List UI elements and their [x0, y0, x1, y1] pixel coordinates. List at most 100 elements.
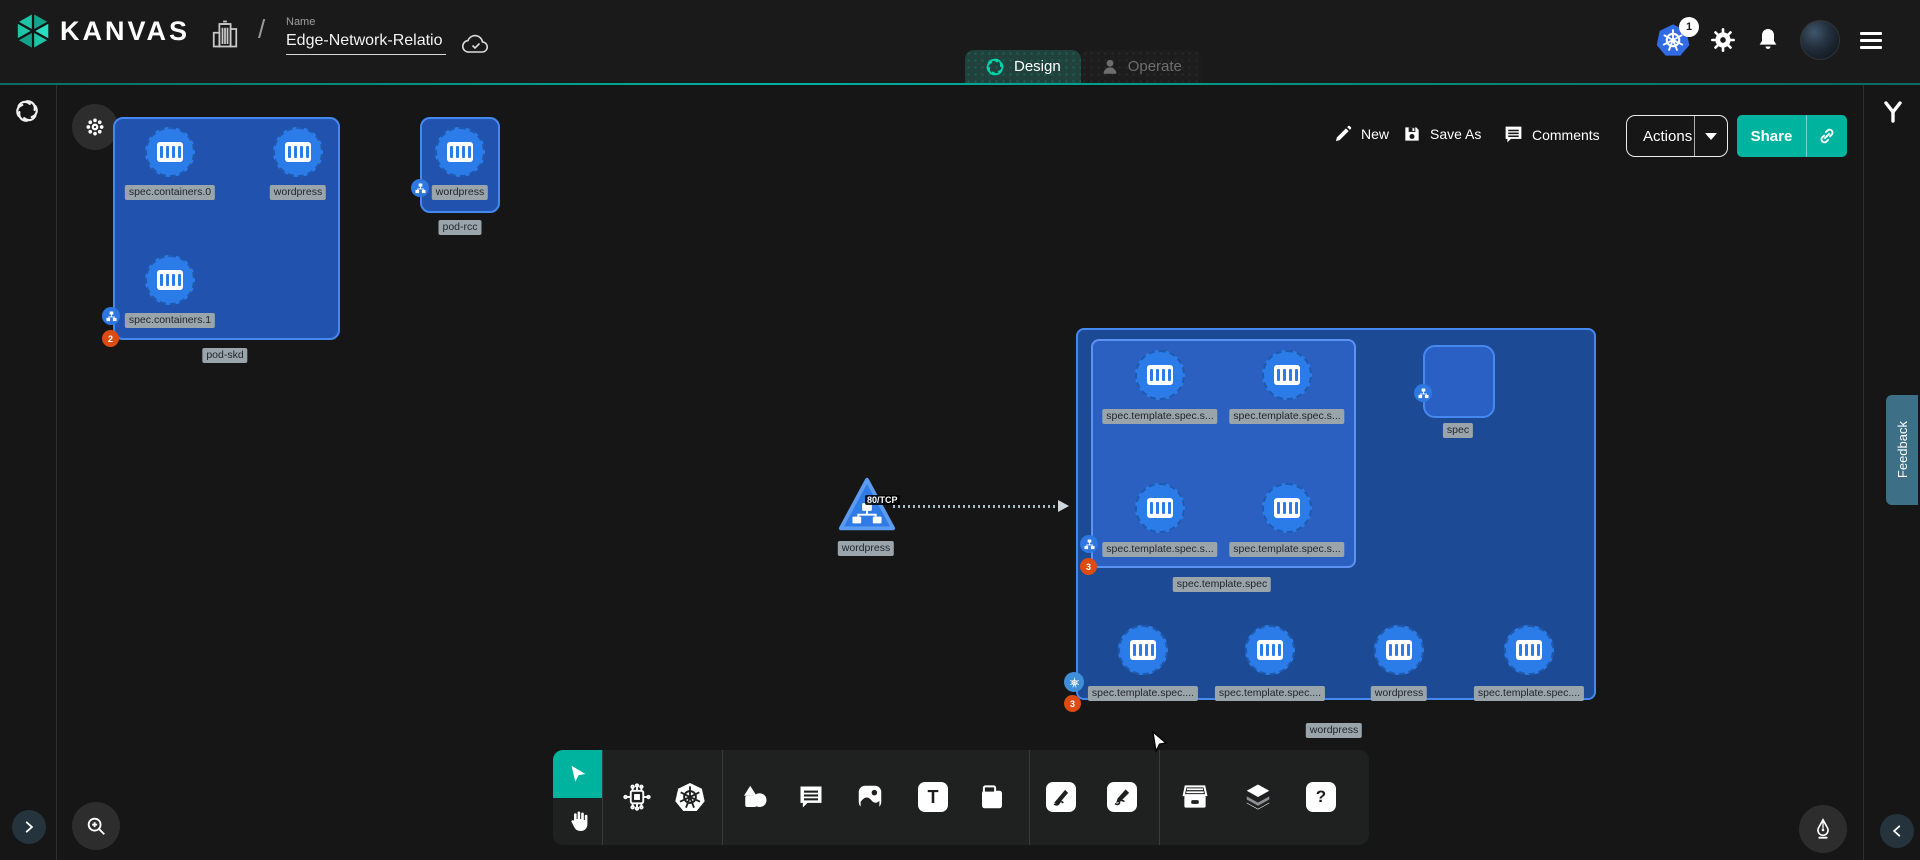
actions-caret-button[interactable]: [1695, 133, 1727, 140]
group-label: pod-rcc: [438, 220, 481, 235]
container-icon: [1274, 365, 1300, 385]
pen-nib-icon: [1812, 818, 1834, 840]
copy-link-button[interactable]: [1807, 126, 1847, 146]
error-count-badge[interactable]: 3: [1064, 695, 1081, 712]
container-node-deploy-1[interactable]: [1245, 625, 1295, 675]
kubernetes-badge[interactable]: [1064, 672, 1084, 692]
history-spiral-icon[interactable]: [14, 98, 40, 124]
header-bar: KANVAS / Name: [0, 0, 1920, 85]
mesh-component-tool[interactable]: [617, 777, 657, 817]
chevron-down-icon: [1705, 133, 1717, 140]
relationship-badge[interactable]: [102, 307, 120, 325]
node-label: spec.containers.0: [125, 185, 215, 200]
node-label: spec.template.spec.s...: [1102, 409, 1217, 424]
toolbar-divider: [1029, 750, 1030, 845]
container-icon: [1257, 640, 1283, 660]
pen-tool[interactable]: [1041, 777, 1081, 817]
relationship-badge[interactable]: [411, 179, 429, 197]
kanvas-hexagon-icon: [14, 12, 52, 50]
kubernetes-tool[interactable]: [670, 777, 710, 817]
drawer-tool[interactable]: [1175, 777, 1215, 817]
container-node-spec-containers-1[interactable]: [145, 255, 195, 305]
tab-operate-label: Operate: [1128, 58, 1182, 75]
share-label: Share: [1737, 128, 1806, 145]
node-label: spec.template.spec....: [1215, 686, 1325, 701]
actions-label: Actions: [1627, 128, 1694, 145]
save-as-button[interactable]: Save As: [1402, 124, 1481, 144]
toolbar-divider: [722, 750, 723, 845]
menu-hamburger-button[interactable]: [1860, 32, 1882, 49]
actions-button[interactable]: Actions: [1626, 115, 1728, 157]
container-icon: [1147, 365, 1173, 385]
note-tool[interactable]: [972, 777, 1012, 817]
help-tool[interactable]: ?: [1301, 777, 1341, 817]
cluster-config-button[interactable]: [72, 104, 118, 150]
feedback-tab[interactable]: Feedback: [1886, 395, 1918, 505]
node-label: wordpress: [432, 185, 488, 200]
spec-node[interactable]: [1423, 345, 1495, 418]
kanvas-app: KANVAS / Name: [0, 0, 1920, 860]
edge-port-label: 80/TCP: [865, 495, 900, 505]
text-tool[interactable]: T: [913, 777, 953, 817]
error-count-badge[interactable]: 2: [102, 330, 119, 347]
node-label: spec.template.spec....: [1088, 686, 1198, 701]
toolbar-divider: [1159, 750, 1160, 845]
zoom-button[interactable]: [72, 802, 120, 850]
comments-button[interactable]: Comments: [1503, 124, 1600, 145]
container-node-wordpress[interactable]: [273, 127, 323, 177]
container-node-deploy-3[interactable]: [1504, 625, 1554, 675]
service-node-wordpress[interactable]: [836, 474, 898, 536]
template-spec-group[interactable]: [1091, 339, 1356, 568]
container-node-wordpress-rcc[interactable]: [435, 127, 485, 177]
design-name-input[interactable]: [286, 30, 446, 55]
container-node-template-3[interactable]: [1262, 483, 1312, 533]
kubernetes-context-button[interactable]: 1: [1656, 22, 1690, 58]
group-label: pod-skd: [202, 348, 247, 363]
node-label: wordpress: [270, 185, 326, 200]
node-label: spec.template.spec.s...: [1229, 542, 1344, 557]
container-node-template-2[interactable]: [1135, 483, 1185, 533]
user-avatar[interactable]: [1800, 20, 1840, 60]
cloud-sync-icon: [462, 34, 490, 56]
error-count-badge[interactable]: 3: [1080, 558, 1097, 575]
expand-left-panel-button[interactable]: [12, 810, 46, 844]
relationship-badge[interactable]: [1080, 535, 1098, 553]
container-icon: [157, 142, 183, 162]
save-icon: [1402, 124, 1422, 144]
container-icon: [447, 142, 473, 162]
container-node-template-0[interactable]: [1135, 350, 1185, 400]
sketch-tool[interactable]: [1102, 777, 1142, 817]
y-icon[interactable]: [1881, 99, 1905, 125]
share-button[interactable]: Share: [1737, 115, 1847, 157]
tab-operate[interactable]: Operate: [1081, 50, 1202, 83]
magnifier-plus-icon: [85, 815, 107, 837]
settings-gear-icon[interactable]: [1710, 27, 1736, 53]
chip-icon: [622, 782, 652, 812]
container-icon: [1516, 640, 1542, 660]
node-label: spec.template.spec.s...: [1102, 542, 1217, 557]
organization-icon[interactable]: [210, 17, 240, 51]
image-tool[interactable]: [850, 777, 890, 817]
new-button[interactable]: New: [1333, 124, 1389, 144]
relationship-badge[interactable]: [1414, 384, 1432, 402]
annotation-pen-button[interactable]: [1799, 805, 1847, 853]
kanvas-logo[interactable]: KANVAS: [14, 12, 190, 50]
pen-icon: [1046, 782, 1076, 812]
collapse-right-panel-button[interactable]: [1880, 814, 1914, 848]
name-field-label: Name: [286, 16, 448, 28]
container-node-deploy-0[interactable]: [1118, 625, 1168, 675]
layers-tool[interactable]: [1238, 777, 1278, 817]
container-node-spec-containers-0[interactable]: [145, 127, 195, 177]
notifications-bell-icon[interactable]: [1756, 27, 1780, 53]
shapes-icon: [739, 782, 769, 812]
tab-design[interactable]: Design: [965, 50, 1081, 83]
shapes-tool[interactable]: [734, 777, 774, 817]
pencil-scribble-icon: [1107, 782, 1137, 812]
canvas-toolbar: T: [553, 750, 1369, 845]
container-node-template-1[interactable]: [1262, 350, 1312, 400]
edge-service-to-deployment[interactable]: [893, 505, 1061, 508]
comment-tool[interactable]: [791, 777, 831, 817]
container-node-deploy-2[interactable]: [1374, 625, 1424, 675]
note-icon: [977, 782, 1007, 812]
header-right-cluster: 1: [1656, 20, 1882, 60]
